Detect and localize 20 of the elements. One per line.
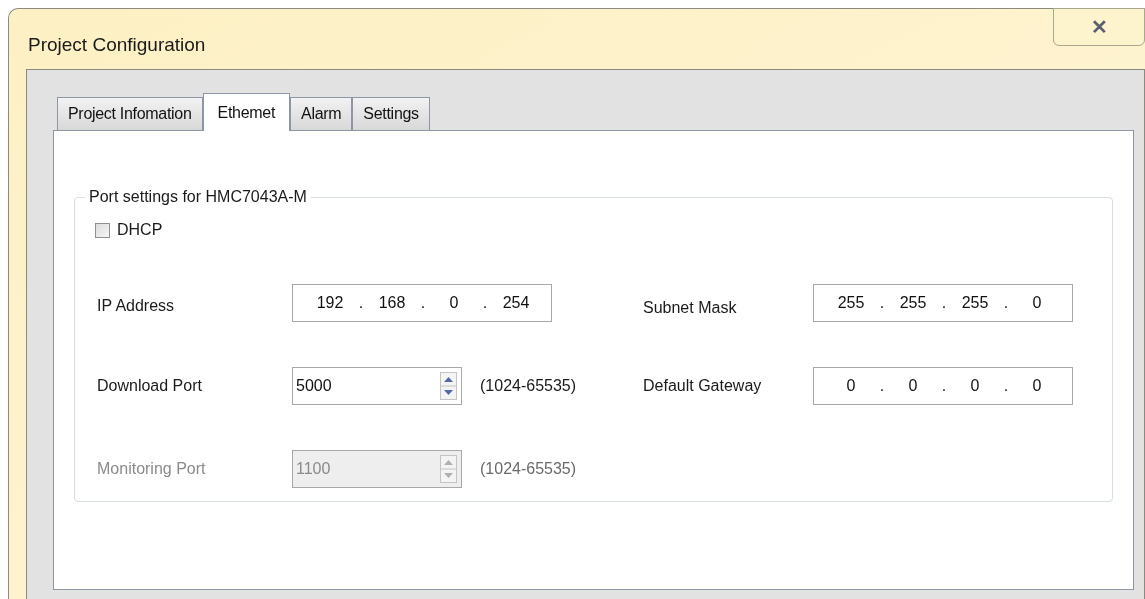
tab[interactable]: Alarm: [290, 97, 353, 130]
range-hint: (1024-65535): [479, 376, 578, 396]
tab[interactable]: Ethemet: [202, 93, 291, 131]
spinner-arrows-icon[interactable]: [440, 372, 457, 400]
ip-address-field[interactable]: 0 . 0 . 0 . 0: [813, 367, 1073, 405]
close-button[interactable]: ✕: [1053, 8, 1145, 46]
window-title: Project Configuration: [28, 33, 206, 57]
ip-address-field[interactable]: 192 . 168 . 0 . 254: [292, 284, 552, 322]
field-label: Monitoring Port: [97, 459, 207, 479]
ip-address-field[interactable]: 255 . 255 . 255 . 0: [813, 284, 1073, 322]
field-label: Subnet Mask: [642, 298, 738, 318]
tab[interactable]: Settings: [352, 97, 430, 130]
checkbox-label: DHCP: [117, 220, 163, 240]
field-label: IP Address: [97, 296, 176, 316]
checkbox[interactable]: [95, 222, 110, 238]
range-hint: (1024-65535): [479, 459, 578, 479]
field-label: Default Gateway: [642, 376, 763, 396]
field-label: Download Port: [97, 376, 203, 396]
tab[interactable]: Project Infomation: [57, 97, 203, 130]
spin-field[interactable]: 5000: [292, 367, 462, 405]
